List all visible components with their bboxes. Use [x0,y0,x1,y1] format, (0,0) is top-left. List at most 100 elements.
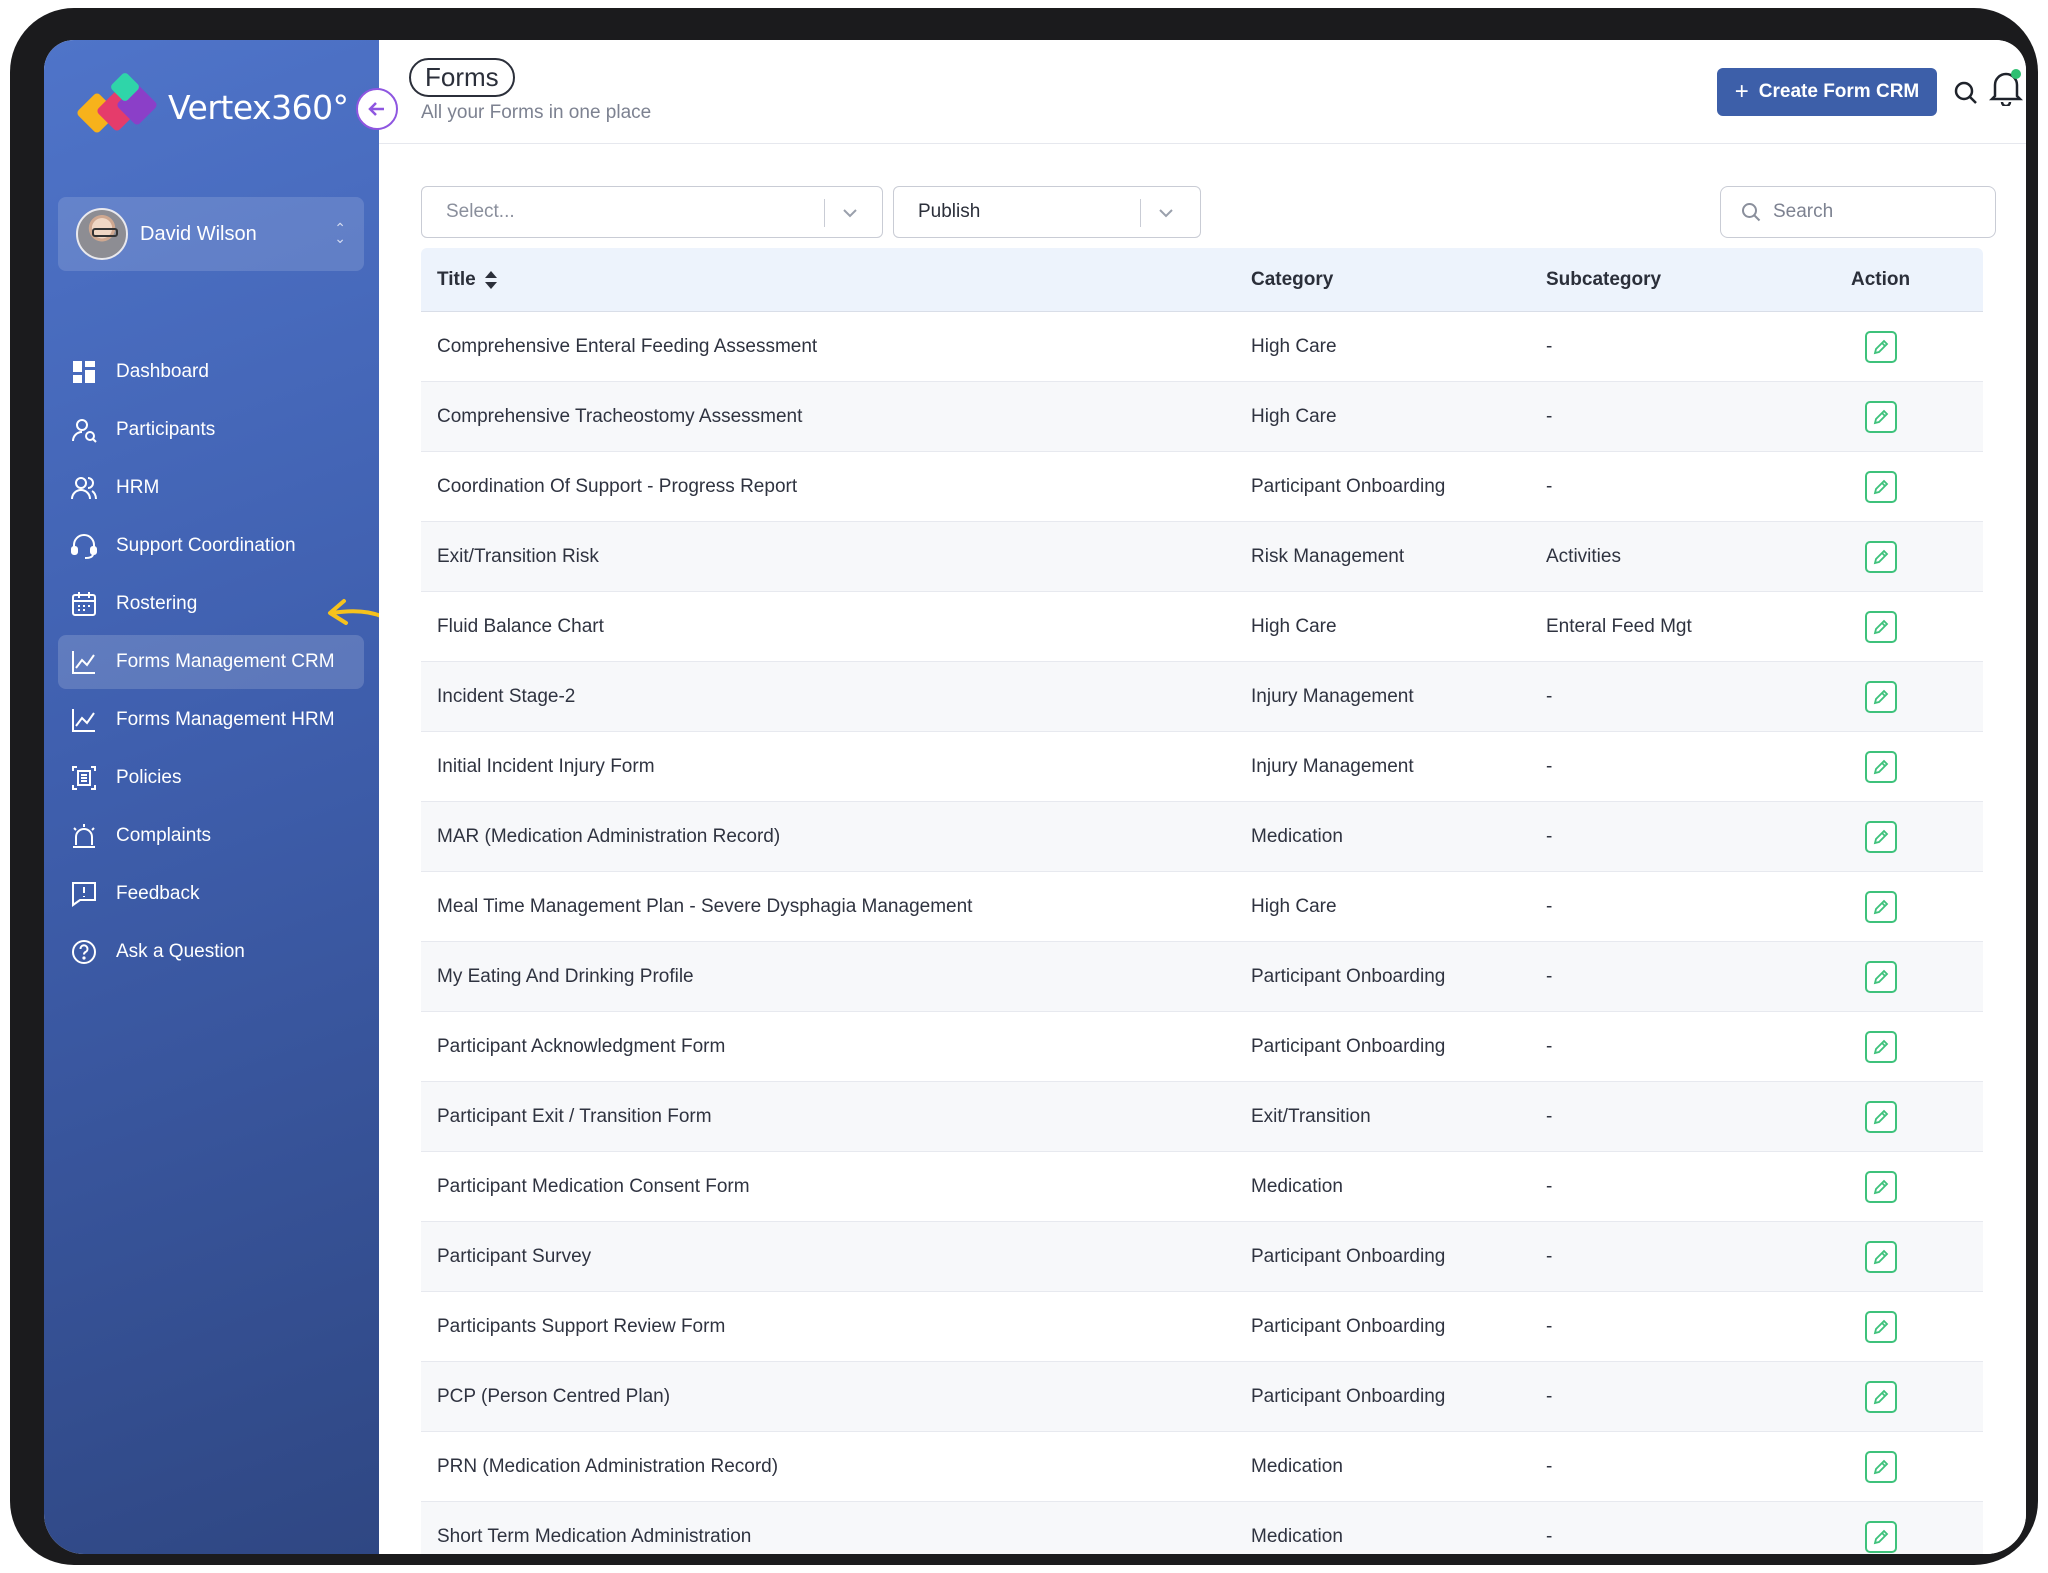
row-action [1851,400,1983,433]
category-select[interactable]: Select... [421,186,883,238]
sidebar: Vertex360° David Wilson ⌃ ⌄ Dashboard Pa… [44,40,379,1554]
search-icon[interactable] [1949,76,1983,110]
row-title: Exit/Transition Risk [437,545,599,567]
row-title: Participant Survey [437,1245,592,1267]
sidebar-item-hrm[interactable]: HRM [58,461,364,515]
bell-icon[interactable] [1989,69,2023,106]
sidebar-item-dashboard[interactable]: Dashboard [58,345,364,399]
sidebar-item-label: Complaints [116,825,212,846]
sort-icon[interactable] [484,270,498,290]
row-category: High Care [1251,335,1337,357]
table-row[interactable]: Short Term Medication Administration Medi… [421,1502,1983,1554]
edit-button[interactable] [1865,960,1897,993]
table-row[interactable]: Comprehensive Tracheostomy Assessment Hig… [421,382,1983,452]
edit-button[interactable] [1865,820,1897,853]
table-row[interactable]: Participants Support Review Form Particip… [421,1292,1983,1362]
edit-button[interactable] [1865,1380,1897,1413]
edit-button[interactable] [1865,1310,1897,1343]
filter-bar: Select... Publish Search [421,186,1996,238]
sidebar-item-complaints[interactable]: Complaints [58,809,364,863]
message-icon [70,880,98,908]
row-action [1851,330,1983,363]
table-row[interactable]: Participant Exit / Transition Form Exit/T… [421,1082,1983,1152]
table-row[interactable]: Participant Acknowledgment Form Participa… [421,1012,1983,1082]
table-row[interactable]: My Eating And Drinking Profile Participan… [421,942,1983,1012]
table-row[interactable]: Incident Stage-2 Injury Management - [421,662,1983,732]
row-action [1851,890,1983,923]
edit-button[interactable] [1865,470,1897,503]
row-category: Injury Management [1251,755,1414,777]
sidebar-item-support-coordination[interactable]: Support Coordination [58,519,364,573]
row-subcategory: - [1546,1175,1553,1197]
edit-button[interactable] [1865,1450,1897,1483]
collapse-sidebar-button[interactable] [356,88,398,130]
question-icon [70,938,98,966]
row-subcategory: - [1546,1455,1553,1477]
table-row[interactable]: Coordination Of Support - Progress Repor… [421,452,1983,522]
row-action [1851,1450,1983,1483]
table-row[interactable]: PCP (Person Centred Plan) Participant Onb… [421,1362,1983,1432]
edit-button[interactable] [1865,890,1897,923]
sidebar-item-participants[interactable]: Participants [58,403,364,457]
user-name: David Wilson [140,222,257,245]
row-subcategory: - [1546,1035,1553,1057]
row-action [1851,1310,1983,1343]
row-category: Medication [1251,1455,1343,1477]
column-header-category: Category [1251,268,1334,290]
edit-button[interactable] [1865,610,1897,643]
column-header-title[interactable]: Title [421,269,1251,291]
pencil-icon [1873,479,1889,494]
sidebar-item-ask-a-question[interactable]: Ask a Question [58,925,364,979]
app-logo[interactable]: Vertex360° [75,71,349,140]
create-form-button[interactable]: + Create Form CRM [1717,68,1937,116]
edit-button[interactable] [1865,400,1897,433]
pencil-icon [1873,1319,1889,1334]
user-switcher[interactable]: David Wilson ⌃ ⌄ [58,197,364,271]
edit-button[interactable] [1865,680,1897,713]
row-subcategory: Activities [1546,545,1621,567]
edit-button[interactable] [1865,750,1897,783]
chevron-down-icon [843,209,857,218]
row-title: PCP (Person Centred Plan) [437,1385,671,1407]
row-action [1851,1170,1983,1203]
app-screen: Vertex360° David Wilson ⌃ ⌄ Dashboard Pa… [44,40,2026,1554]
sidebar-item-policies[interactable]: Policies [58,751,364,805]
row-action [1851,1030,1983,1063]
row-category: Medication [1251,825,1343,847]
search-input[interactable]: Search [1720,186,1996,238]
edit-button[interactable] [1865,1520,1897,1553]
edit-button[interactable] [1865,1240,1897,1273]
sidebar-item-label: Rostering [116,593,198,614]
table-row[interactable]: Comprehensive Enteral Feeding Assessment… [421,312,1983,382]
search-icon [1742,203,1761,222]
row-subcategory: - [1546,405,1553,427]
row-subcategory: - [1546,1315,1553,1337]
sidebar-item-forms-management-hrm[interactable]: Forms Management HRM [58,693,364,747]
table-row[interactable]: Meal Time Management Plan - Severe Dysph… [421,872,1983,942]
column-title-label: Title [437,268,476,290]
row-action [1851,820,1983,853]
row-category: High Care [1251,405,1337,427]
table-row[interactable]: PRN (Medication Administration Record) Me… [421,1432,1983,1502]
dashboard-icon [70,358,98,386]
status-select[interactable]: Publish [893,186,1201,238]
table-row[interactable]: Initial Incident Injury Form Injury Manag… [421,732,1983,802]
sidebar-item-feedback[interactable]: Feedback [58,867,364,921]
device-frame: Vertex360° David Wilson ⌃ ⌄ Dashboard Pa… [10,8,2038,1565]
avatar [76,208,128,260]
table-row[interactable]: Fluid Balance Chart High Care Enteral Feed… [421,592,1983,662]
table-row[interactable]: MAR (Medication Administration Record) Me… [421,802,1983,872]
row-title: Participant Exit / Transition Form [437,1105,712,1127]
table-row[interactable]: Participant Survey Participant Onboarding… [421,1222,1983,1292]
edit-button[interactable] [1865,1030,1897,1063]
edit-button[interactable] [1865,330,1897,363]
edit-button[interactable] [1865,1170,1897,1203]
row-action [1851,1100,1983,1133]
row-category: Participant Onboarding [1251,475,1446,497]
row-title: Participant Medication Consent Form [437,1175,750,1197]
edit-button[interactable] [1865,540,1897,573]
table-row[interactable]: Participant Medication Consent Form Medic… [421,1152,1983,1222]
edit-button[interactable] [1865,1100,1897,1133]
row-title: PRN (Medication Administration Record) [437,1455,779,1477]
table-row[interactable]: Exit/Transition Risk Risk Management Activ… [421,522,1983,592]
